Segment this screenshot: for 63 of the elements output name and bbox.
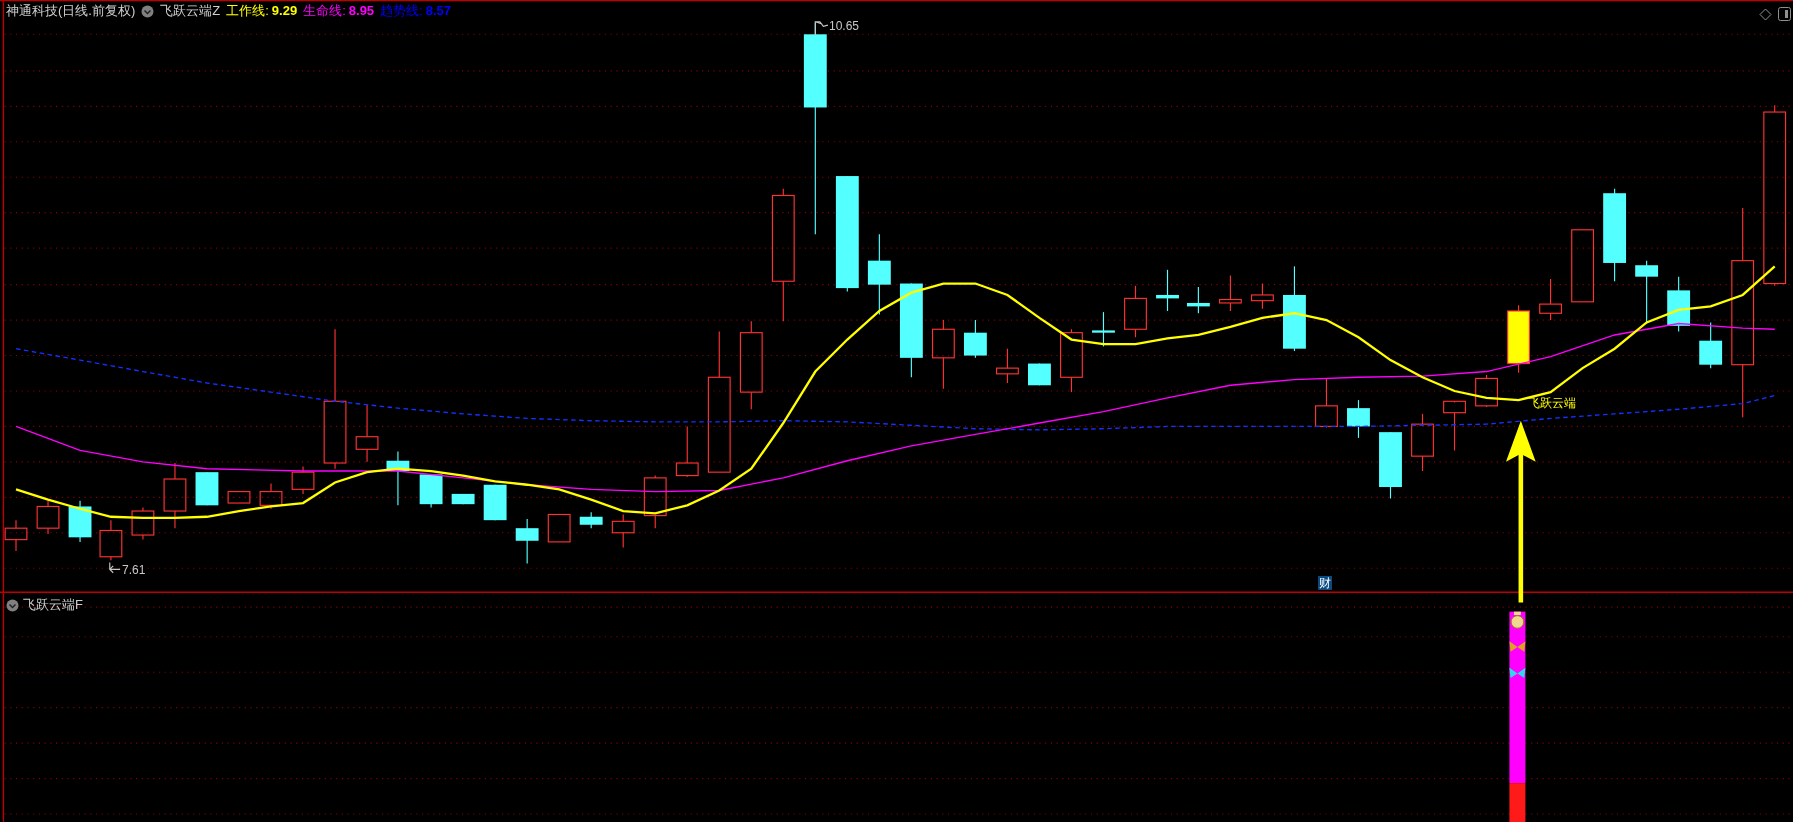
money-bag-icon	[1510, 611, 1525, 629]
candle	[4, 519, 28, 552]
candle	[1028, 363, 1051, 386]
candle	[1539, 278, 1562, 321]
candle	[643, 475, 667, 529]
candle	[259, 483, 283, 510]
line-value: 8.95	[348, 2, 375, 20]
candle	[451, 493, 475, 505]
candle	[68, 500, 92, 543]
butterfly-icon	[1509, 667, 1526, 678]
candle	[611, 513, 635, 549]
candle	[1379, 431, 1402, 500]
candle	[131, 507, 155, 541]
dropdown-icon[interactable]	[6, 598, 19, 612]
candle	[483, 484, 507, 521]
line-label: 工作线:	[226, 2, 269, 20]
candle	[355, 404, 379, 463]
signal-label: 飞跃云端	[1528, 396, 1576, 410]
line-label: 趋势线:	[380, 2, 423, 20]
candle	[386, 451, 410, 506]
candle	[419, 473, 443, 509]
candle	[579, 511, 603, 529]
candle	[1060, 328, 1083, 393]
candle	[1507, 304, 1530, 374]
candle	[1443, 400, 1466, 451]
candle	[931, 319, 955, 390]
candle	[99, 519, 123, 561]
candle	[36, 500, 60, 535]
candle	[291, 465, 315, 495]
line-value: 8.57	[425, 2, 452, 20]
dropdown-icon[interactable]	[141, 4, 155, 18]
panel-toggle-icon[interactable]	[1778, 7, 1791, 21]
candle	[195, 471, 219, 506]
candle	[675, 425, 699, 478]
stock-title: 神通科技(日线.前复权)	[6, 2, 136, 20]
candle	[1251, 282, 1274, 310]
low-price-label: 7.61	[122, 563, 146, 577]
flag-icon	[814, 20, 829, 36]
marker-tag: 财	[1318, 576, 1332, 590]
candle	[227, 491, 251, 504]
arrow-icon	[109, 561, 121, 574]
candle	[1699, 321, 1723, 369]
indicator-name: 飞跃云端Z	[160, 2, 221, 20]
candle	[1092, 311, 1115, 347]
butterfly-icon	[1509, 641, 1526, 652]
candle	[163, 462, 187, 529]
indicator-name: 飞跃云端F	[23, 596, 83, 614]
candle	[1411, 413, 1434, 472]
candle	[1124, 285, 1147, 338]
candle	[547, 513, 571, 543]
candle	[1218, 274, 1242, 312]
candle	[1156, 269, 1179, 312]
candle	[996, 348, 1019, 384]
high-price-label: 10.65	[829, 19, 860, 33]
candle	[1315, 377, 1338, 429]
candle	[1186, 286, 1210, 314]
candle	[1667, 276, 1691, 333]
candle	[1347, 399, 1370, 439]
candle	[963, 319, 987, 359]
candle	[515, 518, 539, 565]
candle	[1475, 374, 1498, 408]
line-label: 生命线:	[303, 2, 346, 20]
line-value: 9.29	[271, 2, 298, 20]
